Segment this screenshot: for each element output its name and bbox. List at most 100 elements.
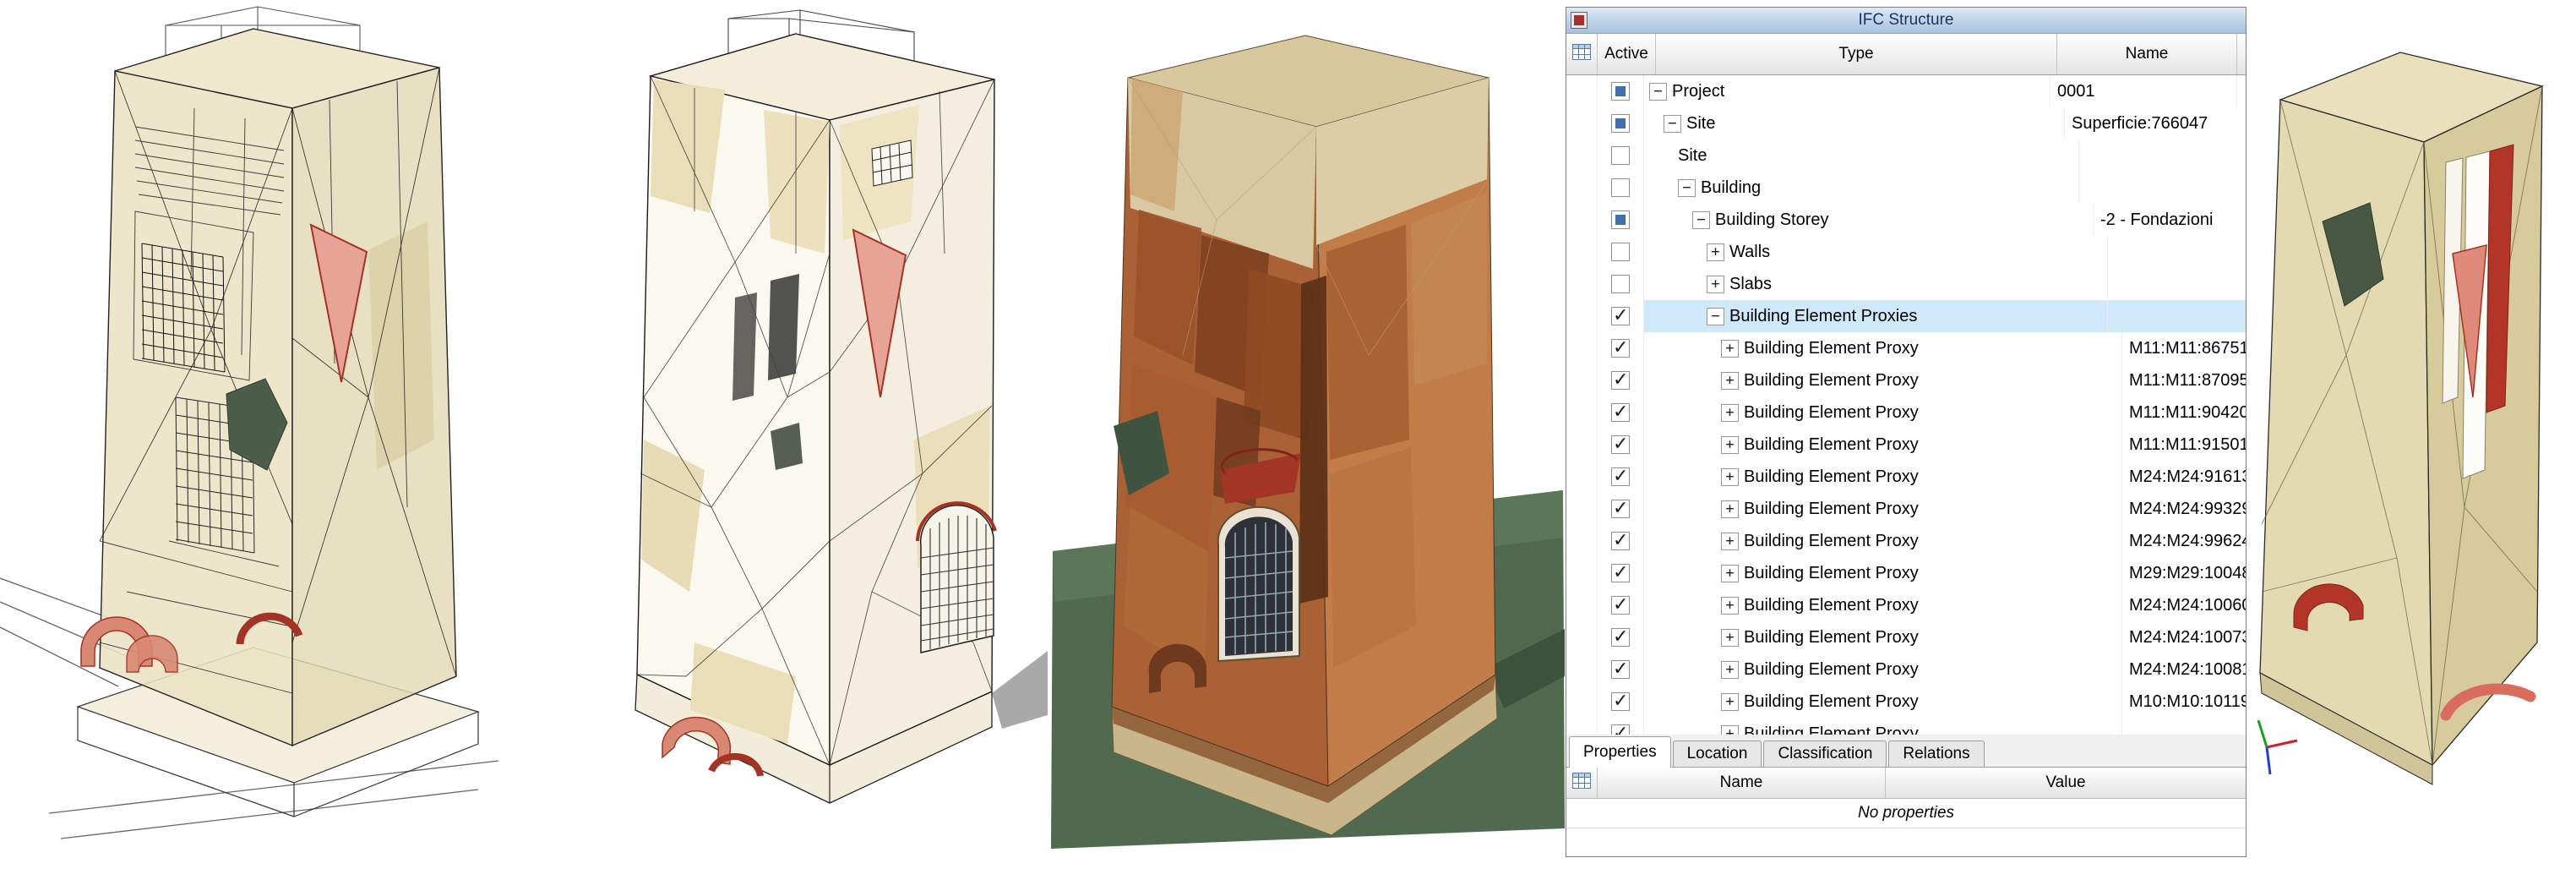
- row-type-cell: + Building Element Proxy: [1644, 686, 2122, 718]
- view-solid-model: [2245, 0, 2576, 869]
- tree-item-name: 0001: [2050, 75, 2237, 107]
- tree-item-name: M24:M24:996242: [2122, 525, 2246, 557]
- tree-item-type: Project: [1672, 82, 1724, 101]
- expander-icon[interactable]: +: [1721, 725, 1739, 735]
- visibility-checkbox[interactable]: [1611, 467, 1630, 486]
- expander-icon[interactable]: −: [1664, 115, 1681, 133]
- visibility-checkbox[interactable]: [1611, 146, 1630, 165]
- expander-icon[interactable]: +: [1721, 661, 1739, 679]
- panel-titlebar[interactable]: IFC Structure: [1566, 8, 2246, 34]
- tab-location[interactable]: Location: [1673, 741, 1762, 767]
- expander-icon[interactable]: +: [1721, 597, 1739, 615]
- expander-icon[interactable]: +: [1721, 372, 1739, 390]
- properties-corner-cell: [1566, 768, 1598, 798]
- column-header-type[interactable]: Type: [1656, 34, 2057, 74]
- row-margin-cell: [1566, 461, 1598, 493]
- tab-properties[interactable]: Properties: [1569, 736, 1671, 768]
- visibility-checkbox[interactable]: [1611, 403, 1630, 422]
- visibility-checkbox[interactable]: [1611, 178, 1630, 197]
- expander-icon[interactable]: −: [1678, 179, 1696, 197]
- tree-row[interactable]: + Walls: [1566, 236, 2246, 268]
- visibility-checkbox[interactable]: [1611, 307, 1630, 325]
- no-properties-message: No properties: [1566, 799, 2246, 828]
- row-margin-cell: [1566, 557, 1598, 589]
- tree-row[interactable]: + Building Element Proxy M24:M24:996242: [1566, 525, 2246, 557]
- row-type-cell: + Building Element Proxy: [1644, 461, 2122, 493]
- expander-icon[interactable]: −: [1707, 308, 1724, 325]
- visibility-checkbox[interactable]: [1611, 532, 1630, 550]
- expander-icon[interactable]: −: [1649, 83, 1667, 101]
- tree-item-name: M24:M24:1007377: [2122, 621, 2246, 653]
- tree-row[interactable]: − Project 0001: [1566, 75, 2246, 107]
- properties-header-value[interactable]: Value: [1886, 768, 2246, 798]
- tree-item-type: Building Element Proxy: [1744, 339, 1919, 358]
- tree-row[interactable]: + Building Element Proxy M11:M11:915011: [1566, 429, 2246, 461]
- row-type-cell: + Slabs: [1644, 268, 2108, 300]
- column-header-name[interactable]: Name: [2057, 34, 2237, 74]
- expander-icon[interactable]: +: [1721, 629, 1739, 647]
- visibility-checkbox[interactable]: [1611, 243, 1630, 261]
- tree-item-type: Building Element Proxy: [1744, 467, 1919, 487]
- tree-item-name: M11:M11:867519: [2122, 332, 2246, 364]
- tree-row[interactable]: + Building Element Proxy M24:M24:1007377: [1566, 621, 2246, 653]
- visibility-checkbox[interactable]: [1611, 275, 1630, 293]
- expander-icon[interactable]: +: [1721, 565, 1739, 582]
- tree-row[interactable]: − Building Element Proxies: [1566, 300, 2246, 332]
- row-active-cell: [1598, 75, 1644, 107]
- visibility-checkbox[interactable]: [1611, 435, 1630, 454]
- tree-row[interactable]: + Building Element Proxy M11:M11:904209: [1566, 396, 2246, 429]
- expander-icon[interactable]: +: [1721, 500, 1739, 518]
- tree-row[interactable]: + Building Element Proxy M24:M24:1008189: [1566, 653, 2246, 686]
- visibility-checkbox[interactable]: [1611, 371, 1630, 390]
- tree-row[interactable]: − Building: [1566, 172, 2246, 204]
- tree-item-type: Building Storey: [1715, 210, 1829, 230]
- expander-icon[interactable]: +: [1721, 693, 1739, 711]
- properties-header-name[interactable]: Name: [1598, 768, 1886, 798]
- column-header-active[interactable]: Active: [1598, 34, 1656, 74]
- expander-icon[interactable]: +: [1721, 468, 1739, 486]
- ifc-tree-body: − Project 0001 − Site Superficie:766047 …: [1566, 75, 2246, 735]
- tab-classification[interactable]: Classification: [1763, 741, 1887, 767]
- tree-row[interactable]: Site: [1566, 139, 2246, 172]
- tree-row[interactable]: + Slabs: [1566, 268, 2246, 300]
- row-margin-cell: [1566, 429, 1598, 461]
- expander-icon[interactable]: +: [1707, 243, 1724, 261]
- expander-icon[interactable]: +: [1707, 276, 1724, 293]
- tree-row[interactable]: + Building Element Proxy M11:M11:867519: [1566, 332, 2246, 364]
- tree-row[interactable]: + Building Element Proxy M24:M24:993294: [1566, 493, 2246, 525]
- visibility-checkbox[interactable]: [1611, 82, 1630, 101]
- visibility-checkbox[interactable]: [1611, 114, 1630, 133]
- tree-row[interactable]: + Building Element Proxy M11:M11:870952: [1566, 364, 2246, 396]
- tab-relations[interactable]: Relations: [1888, 741, 1984, 767]
- visibility-checkbox[interactable]: [1611, 660, 1630, 679]
- expander-icon[interactable]: +: [1721, 404, 1739, 422]
- visibility-checkbox[interactable]: [1611, 596, 1630, 615]
- expander-icon[interactable]: +: [1721, 340, 1739, 358]
- row-type-cell: + Building Element Proxy: [1644, 621, 2122, 653]
- panel-icon: [1571, 12, 1588, 29]
- tree-row[interactable]: − Site Superficie:766047: [1566, 107, 2246, 139]
- tree-item-type: Slabs: [1729, 275, 1772, 294]
- visibility-checkbox[interactable]: [1611, 339, 1630, 358]
- visibility-checkbox[interactable]: [1611, 724, 1630, 735]
- tree-row[interactable]: + Building Element Proxy M24:M24:916133: [1566, 461, 2246, 493]
- cast-shadow: [992, 651, 1048, 729]
- expander-icon[interactable]: +: [1721, 436, 1739, 454]
- row-margin-cell: [1566, 589, 1598, 621]
- panel-title: IFC Structure: [1566, 11, 2246, 30]
- tree-row[interactable]: + Building Element Proxy: [1566, 718, 2246, 735]
- expander-icon[interactable]: +: [1721, 533, 1739, 550]
- visibility-checkbox[interactable]: [1611, 692, 1630, 711]
- tree-item-name: Superficie:766047: [2065, 107, 2246, 139]
- tree-row[interactable]: − Building Storey -2 - Fondazioni: [1566, 204, 2246, 236]
- row-active-cell: [1598, 364, 1644, 396]
- visibility-checkbox[interactable]: [1611, 210, 1630, 229]
- tree-item-name: M24:M24:1006097: [2122, 589, 2246, 621]
- visibility-checkbox[interactable]: [1611, 564, 1630, 582]
- tree-row[interactable]: + Building Element Proxy M10:M10:1011950: [1566, 686, 2246, 718]
- visibility-checkbox[interactable]: [1611, 628, 1630, 647]
- visibility-checkbox[interactable]: [1611, 500, 1630, 518]
- expander-icon[interactable]: −: [1692, 211, 1710, 229]
- tree-row[interactable]: + Building Element Proxy M24:M24:1006097: [1566, 589, 2246, 621]
- tree-row[interactable]: + Building Element Proxy M29:M29:1004871: [1566, 557, 2246, 589]
